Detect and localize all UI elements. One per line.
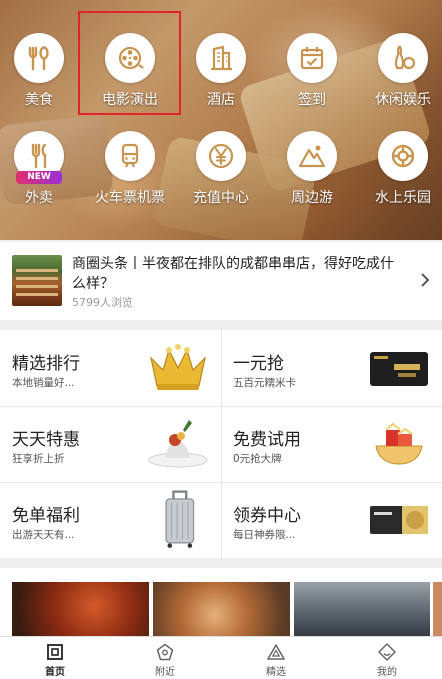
train-icon (105, 131, 155, 181)
category-recharge[interactable]: 充值中心 (179, 131, 263, 207)
category-label: 酒店 (207, 92, 235, 108)
promo-subtitle: 本地销量好... (12, 377, 75, 389)
promo-free-trial[interactable]: 免费试用 0元抢大牌 (221, 406, 442, 482)
featured-icon (267, 644, 285, 660)
tab-nearby[interactable]: 附近 (110, 637, 220, 679)
dessert-plate-image (148, 420, 208, 468)
promo-title: 领券中心 (233, 506, 301, 526)
category-water-park[interactable]: 水上乐园 (361, 131, 442, 207)
category-label: 周边游 (291, 190, 333, 206)
headline-title: 商圈头条丨半夜都在排队的成都串串店，得好吃成什么样？ (72, 256, 394, 292)
promo-coupon-center[interactable]: 领券中心 每日神券限... (221, 482, 442, 558)
recommend-photo[interactable] (294, 582, 430, 636)
chevron-right-icon (421, 273, 430, 287)
food-icon (14, 33, 64, 83)
hotel-icon (196, 33, 246, 83)
category-tickets[interactable]: 火车票机票 (88, 131, 172, 207)
bowling-icon (378, 33, 428, 83)
category-banner: 美食 电影演出 酒店 签到 休闲娱乐 NEW 外卖 火车票机票 充值中心 周边游… (0, 0, 442, 240)
promo-title: 免单福利 (12, 506, 80, 526)
promo-subtitle: 五百元糯米卡 (233, 377, 296, 389)
category-label: 休闲娱乐 (375, 92, 431, 108)
category-nearby-trips[interactable]: 周边游 (270, 131, 354, 207)
category-hotel[interactable]: 酒店 (179, 33, 263, 109)
category-label: 火车票机票 (95, 190, 165, 206)
tab-home[interactable]: 首页 (0, 637, 110, 679)
promo-subtitle: 出游天天有... (12, 529, 75, 541)
recommend-photo[interactable] (12, 582, 149, 636)
category-checkin[interactable]: 签到 (270, 33, 354, 109)
recommend-photo[interactable] (433, 582, 442, 636)
promo-grid: 精选排行 本地销量好... 一元抢 五百元糯米卡 天天特惠 狂享折上折 免费试用… (0, 330, 442, 558)
new-badge: NEW (16, 171, 62, 184)
category-takeout[interactable]: NEW 外卖 (0, 131, 81, 207)
profile-icon (378, 643, 396, 661)
nearby-icon (156, 643, 174, 661)
headline-thumbnail (12, 255, 62, 306)
headline-news-item[interactable]: 商圈头条丨半夜都在排队的成都串串店，得好吃成什么样？ 5799人浏览 (0, 242, 442, 320)
home-icon (47, 644, 63, 660)
promo-free-order[interactable]: 免单福利 出游天天有... (0, 482, 221, 558)
tab-label: 我的 (377, 667, 397, 678)
category-label: 签到 (298, 92, 326, 108)
yuan-icon (196, 131, 246, 181)
mountain-icon (287, 131, 337, 181)
promo-subtitle: 每日神券限... (233, 529, 296, 541)
promo-daily-deals[interactable]: 天天特惠 狂享折上折 (0, 406, 221, 482)
category-label: 美食 (25, 92, 53, 108)
takeout-icon: NEW (14, 131, 64, 184)
category-label: 外卖 (25, 190, 53, 206)
gift-bowl-image (375, 422, 423, 465)
tab-featured[interactable]: 精选 (221, 637, 331, 679)
promo-title: 免费试用 (233, 430, 301, 450)
category-label: 充值中心 (193, 190, 249, 206)
coupon-image (370, 506, 428, 534)
promo-ranking[interactable]: 精选排行 本地销量好... (0, 330, 221, 406)
category-label: 水上乐园 (375, 190, 431, 206)
category-food[interactable]: 美食 (0, 33, 81, 109)
category-leisure[interactable]: 休闲娱乐 (361, 33, 442, 109)
promo-title: 一元抢 (233, 354, 284, 374)
tab-label: 精选 (266, 667, 286, 678)
promo-title: 精选排行 (12, 354, 80, 374)
gift-card-image (370, 352, 428, 386)
selected-category-highlight (78, 11, 181, 115)
lifebuoy-icon (378, 131, 428, 181)
tab-label: 附近 (155, 667, 175, 678)
headline-views: 5799人浏览 (72, 296, 133, 309)
suitcase-image (165, 490, 195, 548)
crown-image (149, 344, 207, 390)
promo-title: 天天特惠 (12, 430, 80, 450)
bottom-tab-bar: 首页 附近 精选 我的 (0, 636, 442, 679)
checkin-icon (287, 33, 337, 83)
recommend-photo[interactable] (153, 582, 290, 636)
recommend-photo-strip (0, 568, 442, 636)
tab-mine[interactable]: 我的 (332, 637, 442, 679)
promo-one-yuan[interactable]: 一元抢 五百元糯米卡 (221, 330, 442, 406)
promo-subtitle: 狂享折上折 (12, 453, 65, 465)
tab-label: 首页 (45, 667, 65, 678)
promo-subtitle: 0元抢大牌 (233, 453, 282, 465)
